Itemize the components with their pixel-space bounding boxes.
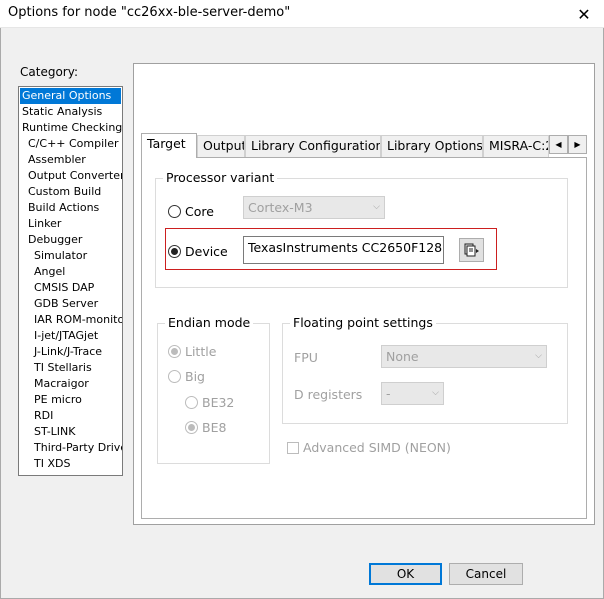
tab-output[interactable]: Output: [197, 135, 245, 157]
tab-strip: Target Output Library Configuration Libr…: [141, 133, 587, 158]
category-item[interactable]: GDB Server: [19, 296, 122, 312]
fpu-select: None ⌵: [381, 345, 547, 368]
device-label: Device: [185, 244, 228, 259]
category-item[interactable]: TI XDS: [19, 456, 122, 472]
category-item[interactable]: Assembler: [19, 152, 122, 168]
category-item[interactable]: IAR ROM-monitor: [19, 312, 122, 328]
category-item[interactable]: Runtime Checking: [19, 120, 122, 136]
category-item[interactable]: CMSIS DAP: [19, 280, 122, 296]
device-browse-icon: [464, 243, 479, 257]
category-item[interactable]: Simulator: [19, 248, 122, 264]
cancel-button[interactable]: Cancel: [449, 563, 523, 585]
category-item[interactable]: Debugger: [19, 232, 122, 248]
category-item[interactable]: C/C++ Compiler: [19, 136, 122, 152]
category-item[interactable]: ST-LINK: [19, 424, 122, 440]
big-radio[interactable]: Big: [168, 369, 205, 384]
device-radio[interactable]: Device: [168, 244, 228, 259]
close-icon[interactable]: ✕: [564, 0, 604, 28]
core-radio-icon: [168, 205, 181, 218]
category-item[interactable]: Linker: [19, 216, 122, 232]
category-item[interactable]: RDI: [19, 408, 122, 424]
chevron-down-icon: ⌵: [373, 202, 380, 212]
core-radio[interactable]: Core: [168, 204, 214, 219]
chevron-down-icon: ⌵: [535, 351, 542, 361]
fpu-label: FPU: [294, 350, 318, 365]
little-radio[interactable]: Little: [168, 344, 216, 359]
tab-scroll-left-icon[interactable]: ◀: [549, 135, 568, 154]
category-item[interactable]: Macraigor: [19, 376, 122, 392]
d-registers-select: - ⌵: [381, 382, 444, 405]
category-item[interactable]: Build Actions: [19, 200, 122, 216]
category-item[interactable]: Custom Build: [19, 184, 122, 200]
category-item[interactable]: General Options: [20, 88, 121, 104]
category-item[interactable]: Angel: [19, 264, 122, 280]
device-radio-icon: [168, 245, 181, 258]
endian-mode-title: Endian mode: [165, 315, 254, 330]
advanced-simd-checkbox[interactable]: Advanced SIMD (NEON): [287, 440, 451, 455]
advanced-simd-checkbox-icon: [287, 441, 299, 454]
core-label: Core: [185, 204, 214, 219]
category-label: Category:: [20, 65, 78, 79]
category-item[interactable]: Third-Party Driver: [19, 440, 122, 456]
advanced-simd-label: Advanced SIMD (NEON): [303, 440, 451, 455]
be8-radio-icon: [185, 421, 198, 434]
category-item[interactable]: TI Stellaris: [19, 360, 122, 376]
core-select: Cortex-M3 ⌵: [243, 196, 385, 219]
category-list[interactable]: General Options Static Analysis Runtime Ch…: [18, 86, 123, 476]
processor-variant-title: Processor variant: [163, 170, 278, 185]
category-item[interactable]: Output Converter: [19, 168, 122, 184]
tab-scroll-right-icon[interactable]: ▶: [568, 135, 587, 154]
floating-point-group: Floating point settings: [282, 315, 568, 424]
core-select-value: Cortex-M3: [248, 200, 313, 215]
be32-radio-icon: [185, 396, 198, 409]
be32-label: BE32: [202, 395, 235, 410]
big-radio-icon: [168, 370, 181, 383]
little-radio-icon: [168, 345, 181, 358]
device-select-button[interactable]: [459, 238, 484, 262]
d-registers-label: D registers: [294, 387, 363, 402]
little-label: Little: [185, 344, 217, 359]
tab-library-options[interactable]: Library Options: [381, 135, 483, 157]
device-field[interactable]: TexasInstruments CC2650F128: [243, 236, 444, 264]
tab-library-configuration[interactable]: Library Configuration: [245, 135, 381, 157]
title-bar: Options for node "cc26xx-ble-server-demo…: [0, 0, 604, 28]
be8-radio[interactable]: BE8: [185, 420, 226, 435]
window-title: Options for node "cc26xx-ble-server-demo…: [8, 5, 291, 20]
category-item[interactable]: PE micro: [19, 392, 122, 408]
category-item[interactable]: I-jet/JTAGjet: [19, 328, 122, 344]
category-item[interactable]: J-Link/J-Trace: [19, 344, 122, 360]
chevron-down-icon: ⌵: [432, 388, 439, 398]
d-registers-value: -: [386, 386, 391, 401]
be8-label: BE8: [202, 420, 227, 435]
floating-point-title: Floating point settings: [290, 315, 436, 330]
category-item[interactable]: Static Analysis: [19, 104, 122, 120]
fpu-select-value: None: [386, 349, 419, 364]
ok-button[interactable]: OK: [369, 563, 442, 585]
tab-misra-c[interactable]: MISRA-C:2: [483, 135, 549, 157]
big-label: Big: [185, 369, 205, 384]
tab-target[interactable]: Target: [141, 133, 197, 158]
be32-radio[interactable]: BE32: [185, 395, 234, 410]
